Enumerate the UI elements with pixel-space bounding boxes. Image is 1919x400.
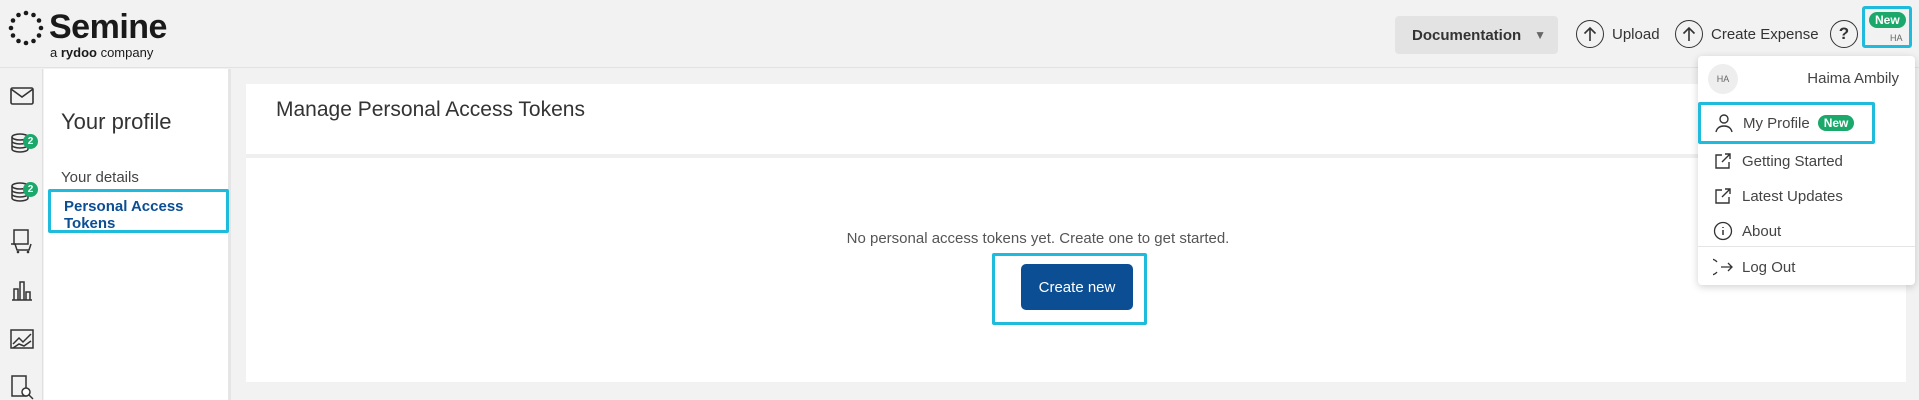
latest-updates-label: Latest Updates <box>1742 187 1843 205</box>
my-profile-label: My Profile <box>1743 114 1810 132</box>
divider <box>1698 246 1915 247</box>
create-new-button[interactable]: Create new <box>1021 264 1133 310</box>
notification-badge: 2 <box>23 182 38 197</box>
search-report-icon[interactable] <box>9 374 35 400</box>
profile-title: Your profile <box>61 109 172 134</box>
receipt-cart-icon[interactable] <box>9 228 35 254</box>
page-title: Manage Personal Access Tokens <box>276 98 585 121</box>
documentation-label: Documentation <box>1412 26 1522 44</box>
user-avatar-button[interactable]: New HA <box>1862 6 1912 48</box>
logo-mark-icon <box>8 10 44 45</box>
nav-your-details[interactable]: Your details <box>61 169 139 186</box>
create-expense-button[interactable]: Create Expense <box>1675 20 1819 48</box>
create-new-highlight: Create new <box>992 253 1147 325</box>
logout-icon <box>1712 256 1734 278</box>
help-icon[interactable]: ? <box>1830 20 1858 48</box>
external-link-icon <box>1712 150 1734 172</box>
tokens-card: Manage Personal Access Tokens No persona… <box>246 84 1906 382</box>
info-icon <box>1712 220 1734 242</box>
caret-down-icon: ▼ <box>1534 28 1546 42</box>
bar-chart-icon[interactable] <box>9 277 35 303</box>
user-name: Haima Ambily <box>1807 70 1899 87</box>
empty-state-message: No personal access tokens yet. Create on… <box>846 230 1230 247</box>
notification-badge: 2 <box>23 134 38 149</box>
external-link-icon <box>1712 185 1734 207</box>
menu-item-my-profile[interactable]: My Profile New <box>1698 102 1875 144</box>
menu-item-about[interactable]: About <box>1698 214 1781 248</box>
about-label: About <box>1742 222 1782 240</box>
profile-side-panel: Your profile Your details Personal Acces… <box>44 69 231 400</box>
create-expense-arrow-icon <box>1675 20 1703 48</box>
nav-personal-access-tokens[interactable]: Personal Access Tokens <box>48 189 229 233</box>
avatar-initials: HA <box>1890 33 1903 43</box>
new-badge: New <box>1817 115 1855 131</box>
top-bar: Semine a rydoo company Documentation ▼ U… <box>0 0 1919 68</box>
divider <box>246 154 1906 158</box>
upload-arrow-icon <box>1576 20 1604 48</box>
mail-icon[interactable] <box>9 83 35 109</box>
brand-tagline: a rydoo company <box>50 45 154 60</box>
trend-chart-icon[interactable] <box>9 326 35 352</box>
new-badge: New <box>1869 12 1906 28</box>
user-menu-dropdown: HA Haima Ambily My Profile New Getting S… <box>1698 56 1915 285</box>
upload-button[interactable]: Upload <box>1576 20 1660 48</box>
upload-label: Upload <box>1612 25 1660 43</box>
menu-item-latest-updates[interactable]: Latest Updates <box>1698 179 1843 213</box>
menu-item-log-out[interactable]: Log Out <box>1698 250 1795 284</box>
brand-name: Semine <box>49 8 167 46</box>
avatar: HA <box>1708 64 1738 94</box>
log-out-label: Log Out <box>1742 258 1796 276</box>
getting-started-label: Getting Started <box>1742 152 1843 170</box>
brand-logo[interactable]: Semine a rydoo company <box>8 8 167 60</box>
documentation-dropdown[interactable]: Documentation ▼ <box>1395 16 1558 54</box>
create-expense-label: Create Expense <box>1711 25 1819 43</box>
user-icon <box>1713 112 1735 134</box>
left-icon-nav: 2 2 <box>0 69 43 400</box>
user-menu-header: HA Haima Ambily <box>1698 56 1915 100</box>
menu-item-getting-started[interactable]: Getting Started <box>1698 144 1843 178</box>
